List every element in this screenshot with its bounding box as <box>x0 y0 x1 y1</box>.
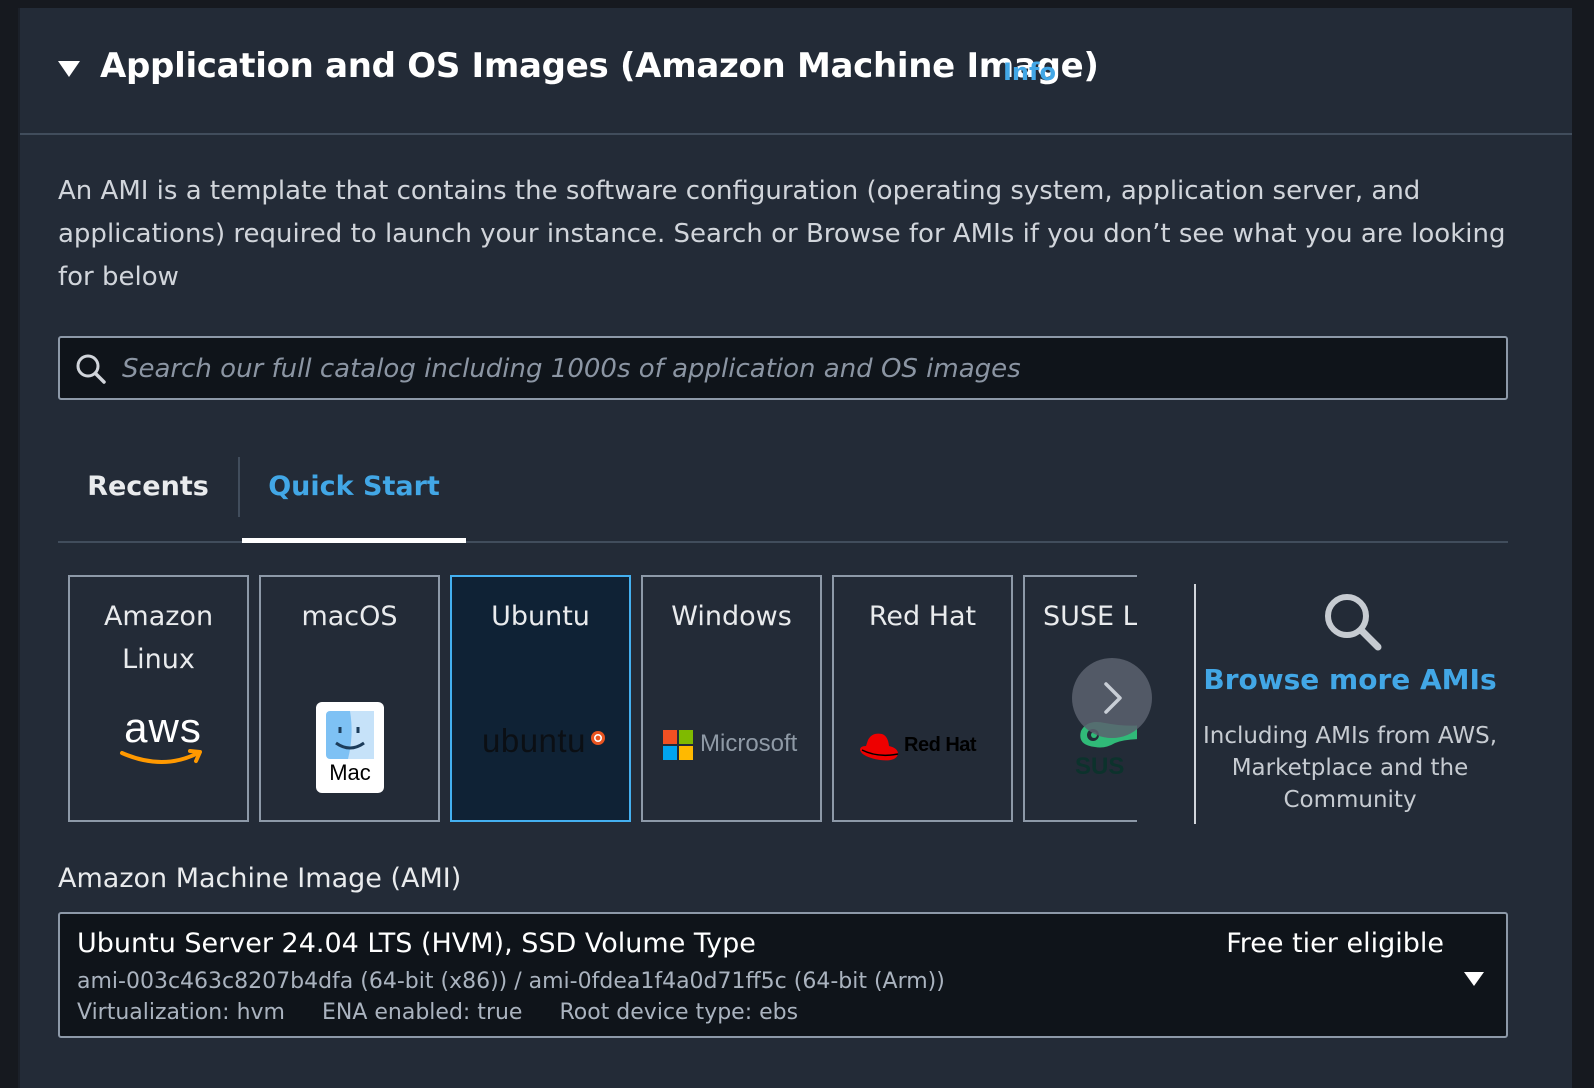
section-header: Application and OS Images (Amazon Machin… <box>20 8 1572 135</box>
ami-section-panel: Application and OS Images (Amazon Machin… <box>18 8 1572 1088</box>
ami-ids: ami-003c463c8207b4dfa (64-bit (x86)) / a… <box>77 969 945 994</box>
os-tile-windows[interactable]: Windows Microsoft <box>641 575 822 822</box>
search-icon <box>76 354 106 384</box>
ami-virtualization: Virtualization: hvm <box>77 1000 285 1025</box>
info-link[interactable]: Info <box>1003 58 1056 86</box>
ami-search-box[interactable] <box>58 336 1508 400</box>
tab-quick-start[interactable]: Quick Start <box>242 451 466 541</box>
os-tile-red-hat[interactable]: Red Hat Red Hat <box>832 575 1013 822</box>
browse-more-amis-link[interactable]: Browse more AMIs <box>1200 663 1500 696</box>
browse-divider <box>1194 584 1196 824</box>
section-title: Application and OS Images (Amazon Machin… <box>100 46 1099 86</box>
aws-logo-icon: aws <box>118 707 208 777</box>
tab-recents[interactable]: Recents <box>58 451 238 541</box>
ami-tabs: Recents Quick Start <box>58 451 1508 543</box>
os-tile-label: SUSE Li <box>1043 601 1137 632</box>
ami-search-input[interactable] <box>120 338 1494 400</box>
microsoft-logo-icon: Microsoft <box>663 730 813 762</box>
ubuntu-logo-icon: ubuntu <box>482 722 612 762</box>
carousel-next-button[interactable] <box>1072 658 1152 738</box>
os-tile-label: Amazon Linux <box>103 601 214 675</box>
ami-field-label: Amazon Machine Image (AMI) <box>58 863 462 894</box>
mac-finder-icon: Mac <box>316 702 384 793</box>
os-tile-ubuntu[interactable]: Ubuntu ubuntu <box>450 575 631 822</box>
free-tier-badge: Free tier eligible <box>1226 928 1444 959</box>
ami-meta: Virtualization: hvm ENA enabled: true Ro… <box>77 1000 828 1025</box>
ami-root-device: Root device type: ebs <box>559 1000 799 1025</box>
ami-select-dropdown[interactable]: Ubuntu Server 24.04 LTS (HVM), SSD Volum… <box>58 912 1508 1038</box>
caret-down-icon[interactable] <box>58 61 80 77</box>
magnifier-icon[interactable] <box>1322 591 1384 653</box>
ami-name: Ubuntu Server 24.04 LTS (HVM), SSD Volum… <box>77 928 756 959</box>
browse-description: Including AMIs from AWS, Marketplace and… <box>1202 723 1498 813</box>
os-tile-label: Ubuntu <box>491 601 590 632</box>
os-tile-macos[interactable]: macOS Mac <box>259 575 440 822</box>
chevron-right-icon <box>1104 682 1122 714</box>
ami-ena: ENA enabled: true <box>321 1000 523 1025</box>
tab-divider <box>238 457 240 517</box>
os-tile-label: Windows <box>671 601 792 632</box>
os-tile-label: Red Hat <box>868 601 977 632</box>
red-hat-logo-icon: Red Hat <box>858 732 998 766</box>
active-tab-indicator <box>242 538 466 543</box>
os-tile-label: macOS <box>301 601 398 632</box>
os-tile-amazon-linux[interactable]: Amazon Linux aws <box>68 575 249 822</box>
dropdown-caret-icon <box>1464 972 1484 986</box>
section-description: An AMI is a template that contains the s… <box>58 176 1506 292</box>
